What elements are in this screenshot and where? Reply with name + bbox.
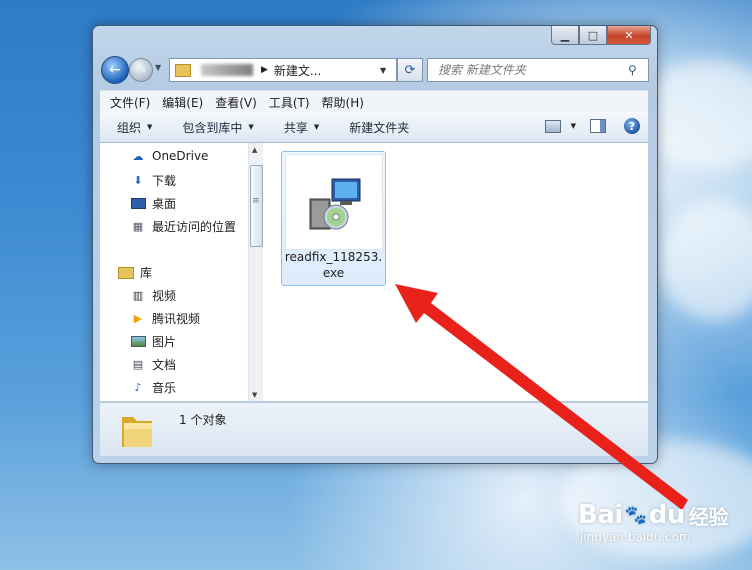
arrow-shape — [395, 284, 688, 510]
watermark-brand: Bai 🐾 du 经验 — [578, 500, 728, 530]
watermark-url: jingyan.baidu.com — [580, 530, 691, 544]
red-arrow-annotation — [395, 284, 688, 510]
watermark-brand-bai: Bai — [578, 500, 623, 530]
watermark-cn: 经验 — [688, 504, 729, 529]
baidu-watermark: Bai 🐾 du 经验 jingyan.baidu.com — [578, 500, 728, 544]
watermark-brand-du: du — [648, 500, 686, 530]
paw-icon: 🐾 — [624, 504, 647, 526]
